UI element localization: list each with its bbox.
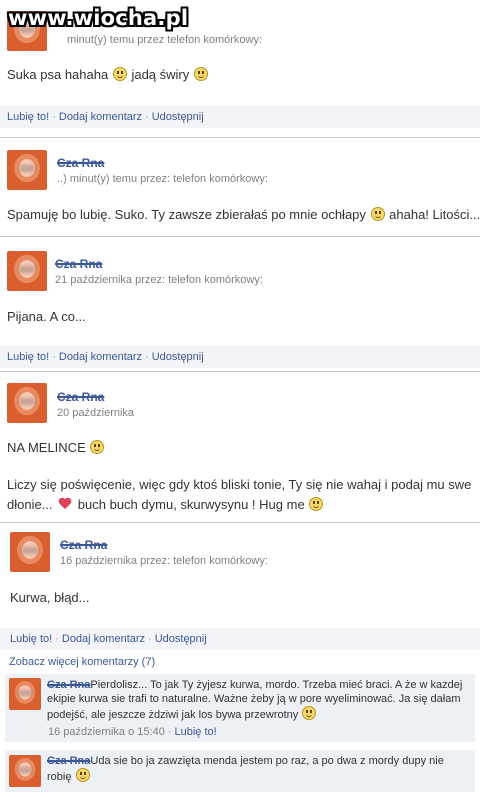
post-meta: 16 października przez: telefon komórkowy… bbox=[60, 555, 268, 567]
author-name[interactable]: Cza Rna bbox=[55, 257, 102, 271]
avatar[interactable] bbox=[7, 150, 47, 190]
post-actions: Lubię to! · Dodaj komentarz · Udostępnij bbox=[0, 346, 480, 368]
add-comment-link[interactable]: Dodaj komentarz bbox=[59, 111, 142, 123]
share-link[interactable]: Udostępnij bbox=[152, 111, 204, 123]
avatar[interactable] bbox=[7, 251, 47, 291]
comment-meta: 16 października o 15:40 · Lubię to! bbox=[48, 726, 217, 738]
watermark-logo: www.wiocha.pl bbox=[8, 6, 189, 30]
like-link[interactable]: Lubię to! bbox=[10, 633, 52, 645]
author-name[interactable]: Cza Rna bbox=[57, 390, 104, 404]
like-link[interactable]: Lubię to! bbox=[7, 351, 49, 363]
post-text: NA MELINCE bbox=[7, 440, 86, 455]
post-actions: Lubię to! · Dodaj komentarz · Udostępnij bbox=[0, 628, 480, 650]
post-actions: Lubię to! · Dodaj komentarz · Udostępnij bbox=[0, 106, 480, 128]
avatar[interactable] bbox=[9, 678, 41, 710]
post-text: Suka psa hahaha bbox=[7, 67, 109, 82]
avatar[interactable] bbox=[9, 755, 41, 787]
like-link[interactable]: Lubię to! bbox=[174, 726, 216, 738]
comment: Cza RnaPierdolisz... To jak Ty żyjesz ku… bbox=[5, 674, 475, 742]
divider bbox=[0, 137, 480, 138]
post-message: Suka psa hahaha jadą świry bbox=[7, 67, 209, 82]
share-link[interactable]: Udostępnij bbox=[155, 633, 207, 645]
post-meta: minut(y) temu przez telefon komórkowy: bbox=[67, 34, 263, 46]
comment-author[interactable]: Cza Rna bbox=[47, 755, 90, 767]
post-meta: 20 października bbox=[57, 407, 135, 419]
avatar[interactable] bbox=[10, 532, 50, 572]
avatar[interactable] bbox=[7, 383, 47, 423]
post-text-2: ahaha! Litości... bbox=[389, 207, 480, 222]
comment-body: Pierdolisz... To jak Ty żyjesz kurwa, mo… bbox=[47, 679, 463, 721]
comment-text: Cza RnaUda sie bo ja zawzięta menda jest… bbox=[47, 754, 471, 784]
post-message: Spamuję bo lubię. Suko. Ty zawsze zbiera… bbox=[7, 207, 480, 222]
comment-time: 16 października o 15:40 bbox=[48, 726, 165, 738]
add-comment-link[interactable]: Dodaj komentarz bbox=[62, 633, 145, 645]
more-comments-link[interactable]: Zobacz więcej komentarzy (7) bbox=[9, 656, 155, 668]
share-link[interactable]: Udostępnij bbox=[152, 351, 204, 363]
post-message: Pijana. A co... bbox=[7, 309, 86, 324]
divider bbox=[0, 522, 480, 523]
like-link[interactable]: Lubię to! bbox=[7, 111, 49, 123]
heart-icon bbox=[58, 498, 72, 511]
post-message-body: Liczy się poświęcenie, więc gdy ktoś bli… bbox=[7, 475, 477, 515]
post-text: Spamuję bo lubię. Suko. Ty zawsze zbiera… bbox=[7, 207, 366, 222]
smiley-icon bbox=[370, 207, 385, 221]
post-meta: 21 października przez: telefon komórkowy… bbox=[55, 274, 263, 286]
post-text-2: jadą świry bbox=[131, 67, 190, 82]
smiley-icon bbox=[309, 497, 324, 511]
smiley-icon bbox=[112, 67, 127, 81]
comment-body: Uda sie bo ja zawzięta menda jestem po r… bbox=[47, 755, 444, 783]
post-meta: ..) minut(y) temu przez: telefon komórko… bbox=[57, 173, 268, 185]
divider bbox=[0, 236, 480, 237]
add-comment-link[interactable]: Dodaj komentarz bbox=[59, 351, 142, 363]
smiley-icon bbox=[302, 706, 317, 720]
comment-author[interactable]: Cza Rna bbox=[47, 679, 90, 691]
post-text-3: buch buch dymu, skurwysynu ! Hug me bbox=[77, 497, 305, 512]
post-message: Kurwa, błąd... bbox=[10, 590, 90, 605]
comment-text: Cza RnaPierdolisz... To jak Ty żyjesz ku… bbox=[47, 678, 471, 722]
smiley-icon bbox=[90, 440, 105, 454]
post-message: NA MELINCE bbox=[7, 440, 105, 455]
comment: Cza RnaUda sie bo ja zawzięta menda jest… bbox=[5, 750, 475, 792]
author-name[interactable]: Cza Rna bbox=[57, 156, 104, 170]
author-name[interactable]: Cza Rna bbox=[60, 538, 107, 552]
smiley-icon bbox=[193, 67, 208, 81]
divider bbox=[0, 371, 480, 372]
smiley-icon bbox=[75, 768, 90, 782]
